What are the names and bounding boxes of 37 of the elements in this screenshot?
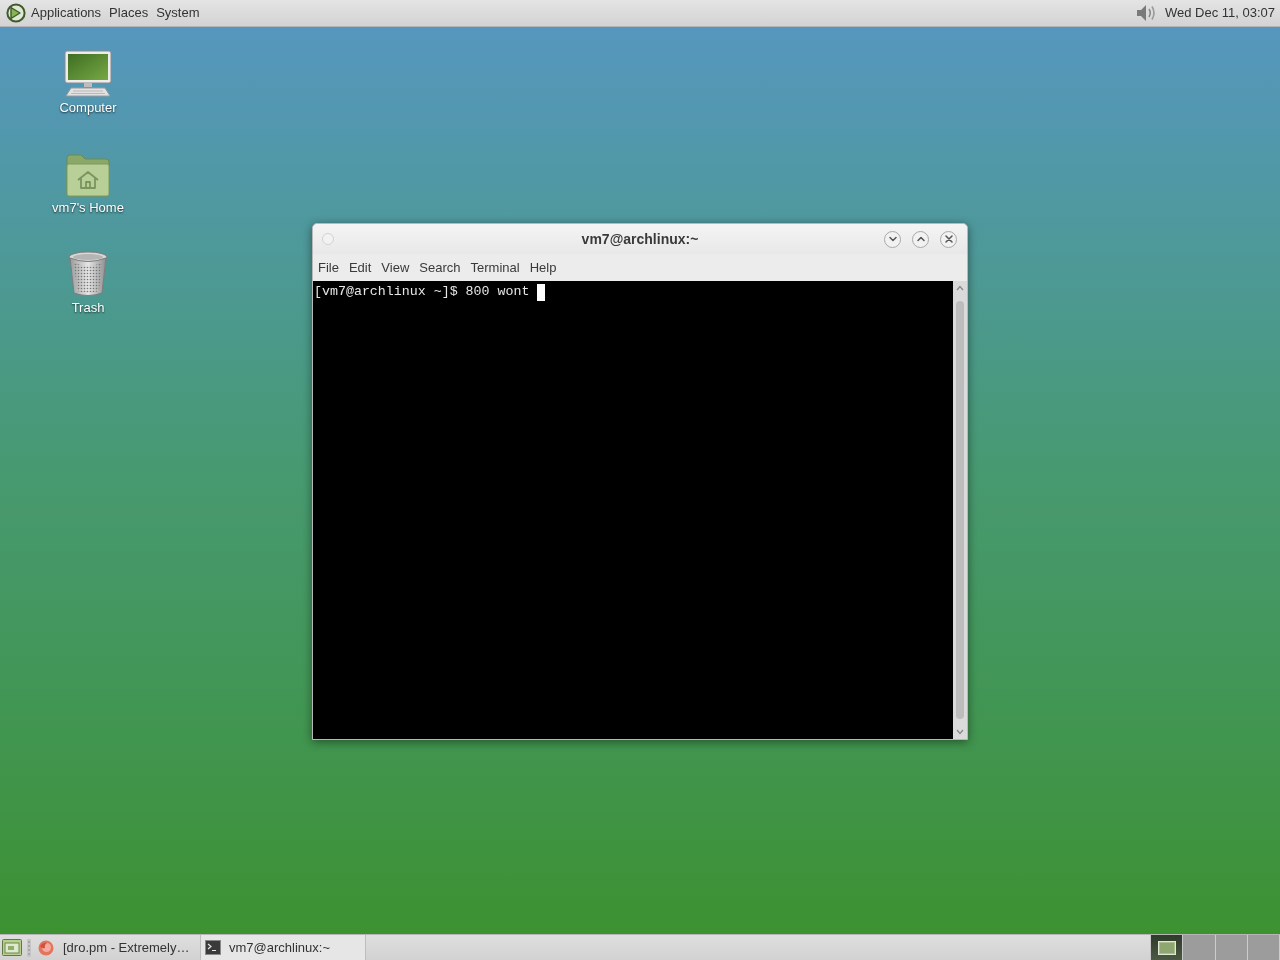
close-button[interactable] xyxy=(940,230,957,248)
desktop-icon xyxy=(2,939,22,956)
window-thumbnail-icon xyxy=(1157,940,1176,955)
window-title: vm7@archlinux:~ xyxy=(581,229,699,249)
maximize-button[interactable] xyxy=(912,230,929,248)
trash-icon xyxy=(68,251,108,297)
window-menu-button[interactable] xyxy=(322,233,334,245)
scroll-down-icon[interactable] xyxy=(956,728,964,736)
panel-menu[interactable]: Applications xyxy=(2,0,106,26)
terminal-line: [vm7@archlinux ~]$ 800 wont xyxy=(314,283,530,301)
scroll-up-icon[interactable] xyxy=(956,284,964,292)
terminal-icon xyxy=(205,940,221,955)
logo-icon xyxy=(6,3,26,23)
terminal-area[interactable]: [vm7@archlinux ~]$ 800 wont xyxy=(313,281,953,739)
minimize-button[interactable] xyxy=(884,230,901,248)
clock[interactable]: Wed Dec 11, 03:07 xyxy=(1164,0,1275,26)
panel-menu[interactable]: Places xyxy=(105,0,153,26)
close-icon xyxy=(944,235,953,243)
chevron-down-icon xyxy=(887,234,898,244)
menu-item[interactable]: Search xyxy=(414,254,466,281)
scrollbar[interactable] xyxy=(953,281,967,739)
menu-item[interactable]: View xyxy=(376,254,415,281)
taskbar-button[interactable]: vm7@archlinux:~ xyxy=(200,935,366,960)
drag-handle-icon[interactable] xyxy=(27,938,31,957)
cursor-icon xyxy=(537,283,546,301)
chevron-up-icon xyxy=(915,234,926,244)
menu-item[interactable]: Edit xyxy=(343,254,377,281)
panel-menu[interactable]: System xyxy=(152,0,204,26)
workspace-button[interactable] xyxy=(1151,935,1184,960)
menu-item[interactable]: Terminal xyxy=(465,254,525,281)
home-folder-icon xyxy=(66,154,110,197)
menu-item[interactable]: File xyxy=(313,254,344,281)
scrollbar-thumb[interactable] xyxy=(956,301,964,719)
computer-icon xyxy=(64,50,112,97)
taskbar-button[interactable]: [dro.pm - Extremely… xyxy=(34,935,200,960)
globe-icon xyxy=(38,939,54,956)
menu-item[interactable]: Help xyxy=(524,254,562,281)
